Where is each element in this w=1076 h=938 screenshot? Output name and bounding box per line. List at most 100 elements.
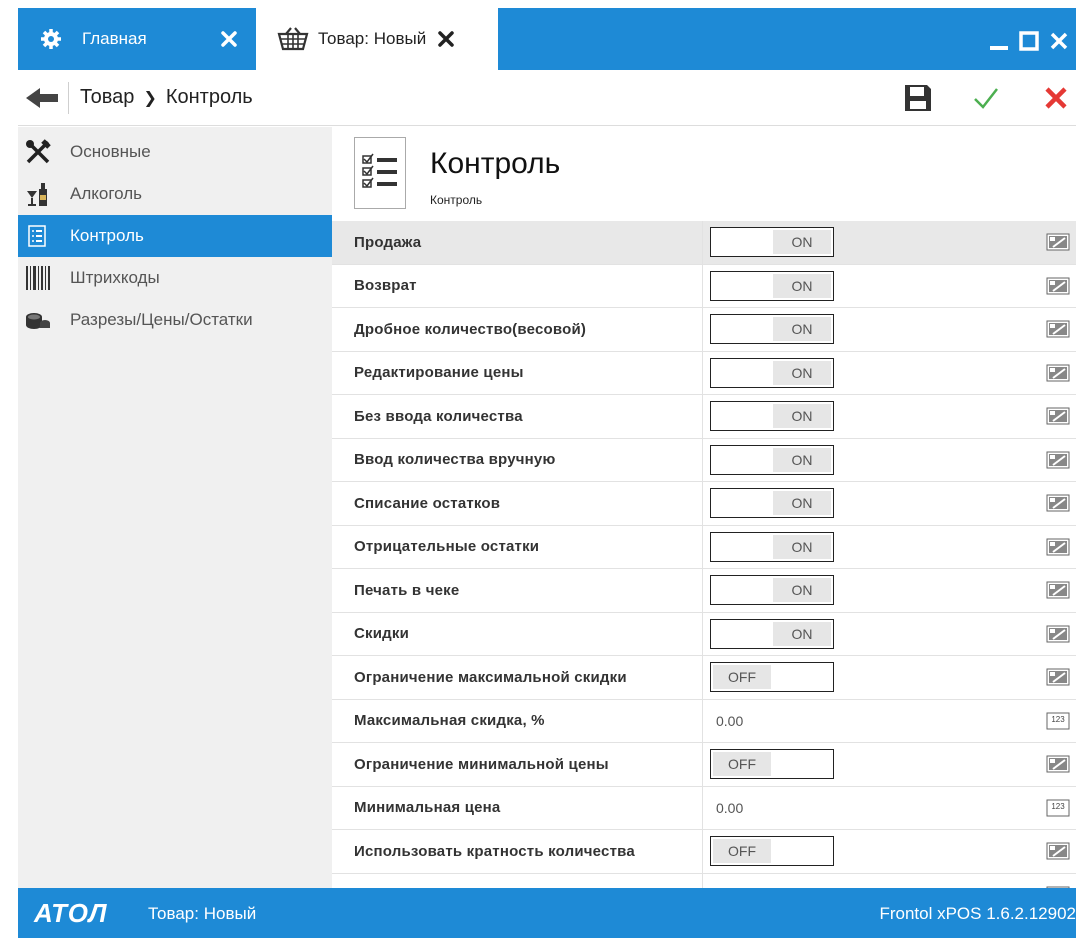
- cancel-x-icon[interactable]: [1040, 82, 1072, 114]
- setting-label: Максимальная скидка, %: [354, 712, 545, 730]
- number-field[interactable]: 0.00: [716, 800, 743, 816]
- settings-row: Дробное количество(весовой) ON: [332, 308, 1076, 352]
- checkbox-edit-icon[interactable]: [1046, 364, 1070, 382]
- page-subtitle: Контроль: [430, 193, 483, 207]
- settings-row: Отрицательные остатки ON: [332, 525, 1076, 569]
- number-field-icon[interactable]: 123: [1046, 712, 1070, 730]
- sidebar-item-barcodes[interactable]: Штрихкоды: [18, 257, 332, 299]
- toggle-switch[interactable]: ON: [710, 575, 834, 606]
- app-version: Frontol xPOS 1.6.2.12902: [879, 904, 1076, 923]
- column-divider: [702, 569, 703, 612]
- toggle-state: OFF: [713, 752, 771, 777]
- number-field[interactable]: 0.00: [716, 713, 743, 729]
- confirm-check-icon[interactable]: [970, 82, 1002, 114]
- checkbox-edit-icon[interactable]: [1046, 277, 1070, 295]
- setting-label: Без ввода количества: [354, 407, 523, 425]
- checkbox-edit-icon[interactable]: [1046, 320, 1070, 338]
- basket-icon: [276, 27, 310, 51]
- checkbox-edit-icon[interactable]: [1046, 842, 1070, 860]
- breadcrumb-current: Контроль: [165, 86, 253, 108]
- tools-icon: [24, 138, 52, 166]
- number-field-icon[interactable]: 123: [1046, 799, 1070, 817]
- sidebar-item-label: Основные: [70, 142, 151, 161]
- setting-label: Ограничение максимальной скидки: [354, 668, 627, 686]
- tab-home[interactable]: Главная: [18, 8, 256, 70]
- setting-label: Продажа: [354, 233, 422, 251]
- toggle-switch[interactable]: OFF: [710, 662, 834, 693]
- status-document: Товар: Новый: [148, 904, 257, 923]
- checkbox-edit-icon[interactable]: [1046, 538, 1070, 556]
- divider: [68, 82, 69, 114]
- sidebar: Основные Алкоголь Контроль Штрихкоды Раз…: [18, 127, 332, 888]
- sidebar-item-alcohol[interactable]: Алкоголь: [18, 173, 332, 215]
- settings-row: Списание остатков ON: [332, 482, 1076, 526]
- checkbox-edit-icon[interactable]: [1046, 755, 1070, 773]
- coins-icon: [24, 306, 52, 334]
- column-divider: [702, 395, 703, 438]
- toggle-switch[interactable]: ON: [710, 488, 834, 519]
- toggle-state: ON: [773, 621, 831, 646]
- number-field-icon-text: 123: [1051, 714, 1065, 724]
- tab-product-new[interactable]: Товар: Новый: [256, 8, 498, 70]
- sidebar-item-label: Разрезы/Цены/Остатки: [70, 310, 253, 329]
- toggle-switch[interactable]: ON: [710, 401, 834, 432]
- sidebar-item-control[interactable]: Контроль: [18, 215, 332, 257]
- checkbox-edit-icon[interactable]: [1046, 233, 1070, 251]
- toggle-state: ON: [773, 491, 831, 516]
- settings-row: Скидки ON: [332, 612, 1076, 656]
- checkbox-edit-icon[interactable]: [1046, 668, 1070, 686]
- maximize-icon[interactable]: [1018, 30, 1040, 52]
- column-divider: [702, 482, 703, 525]
- toggle-switch[interactable]: ON: [710, 357, 834, 388]
- checklist-icon: [354, 137, 406, 209]
- toggle-state: ON: [773, 273, 831, 298]
- close-icon[interactable]: [218, 28, 240, 50]
- minimize-icon[interactable]: [988, 30, 1010, 52]
- setting-label: Минимальная цена: [354, 799, 501, 817]
- toggle-switch[interactable]: ON: [710, 227, 834, 258]
- checkbox-edit-icon[interactable]: [1046, 407, 1070, 425]
- toggle-state: ON: [773, 230, 831, 255]
- checkbox-edit-icon[interactable]: [1046, 451, 1070, 469]
- breadcrumb-root[interactable]: Товар: [80, 86, 134, 109]
- column-divider: [702, 221, 703, 264]
- toggle-switch[interactable]: ON: [710, 444, 834, 475]
- checkbox-edit-icon[interactable]: [1046, 494, 1070, 512]
- close-window-icon[interactable]: [1048, 30, 1070, 52]
- sidebar-item-basic[interactable]: Основные: [18, 131, 332, 173]
- barcode-icon: [24, 264, 52, 292]
- status-bar: АТОЛ Товар: Новый Frontol xPOS 1.6.2.129…: [18, 888, 1076, 938]
- toggle-state: ON: [773, 447, 831, 472]
- setting-label: Редактирование цены: [354, 364, 524, 382]
- toggle-state: ON: [773, 404, 831, 429]
- checkbox-edit-icon[interactable]: [1046, 625, 1070, 643]
- settings-row: Максимальная скидка, % 0.00 123: [332, 699, 1076, 743]
- save-icon[interactable]: [902, 82, 934, 114]
- column-divider: [702, 351, 703, 394]
- wine-icon: [24, 180, 52, 208]
- settings-row: Возврат ON: [332, 264, 1076, 308]
- toggle-switch[interactable]: OFF: [710, 749, 834, 780]
- setting-label: Печать в чеке: [354, 581, 460, 599]
- settings-row: Без ввода количества ON: [332, 395, 1076, 439]
- back-arrow-icon[interactable]: [18, 86, 62, 110]
- breadcrumb-toolbar: Товар ❯ Контроль: [18, 70, 1076, 126]
- toggle-switch[interactable]: ON: [710, 618, 834, 649]
- setting-label: Списание остатков: [354, 494, 501, 512]
- toggle-switch[interactable]: ON: [710, 270, 834, 301]
- toggle-switch[interactable]: ON: [710, 314, 834, 345]
- toggle-switch[interactable]: ON: [710, 531, 834, 562]
- checkbox-edit-icon[interactable]: [1046, 581, 1070, 599]
- number-field-icon-text: 123: [1051, 801, 1065, 811]
- toggle-state: ON: [773, 360, 831, 385]
- column-divider: [702, 525, 703, 568]
- settings-row: Кратность количества0.000123: [332, 873, 1076, 888]
- content-panel: Контроль Контроль Продажа ON Возврат ON Дроб…: [332, 127, 1076, 888]
- window-controls: [988, 30, 1070, 52]
- setting-label: Ограничение минимальной цены: [354, 755, 609, 773]
- toggle-switch[interactable]: OFF: [710, 836, 834, 867]
- sidebar-item-cuts-prices[interactable]: Разрезы/Цены/Остатки: [18, 299, 332, 341]
- column-divider: [702, 743, 703, 786]
- column-divider: [702, 699, 703, 742]
- close-icon[interactable]: [436, 29, 456, 49]
